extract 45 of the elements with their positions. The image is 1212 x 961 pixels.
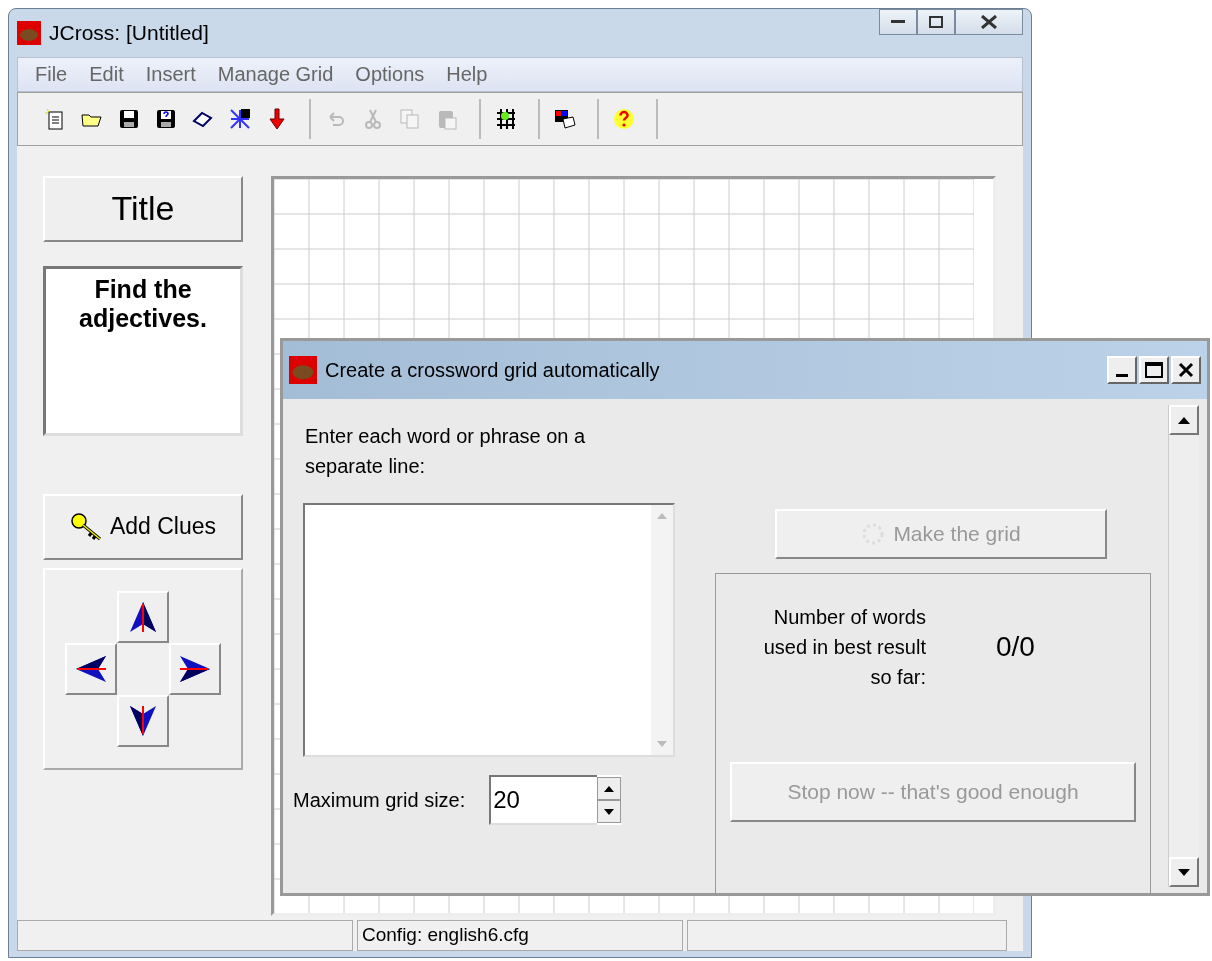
scrollbar[interactable] — [1168, 405, 1199, 887]
dialog-title: Create a crossword grid automatically — [325, 358, 660, 382]
maximize-button[interactable] — [1139, 356, 1169, 384]
scroll-up-button[interactable] — [1169, 405, 1199, 435]
status-pane: Config: english6.cfg — [357, 919, 683, 951]
decrement-button[interactable] — [597, 800, 622, 823]
key-icon — [69, 511, 104, 542]
move-left-button[interactable] — [65, 642, 117, 695]
minimize-icon — [1116, 374, 1128, 377]
menu-item[interactable]: File — [24, 63, 79, 86]
window-title: JCross: [Untitled] — [49, 20, 209, 45]
copy-icon — [397, 106, 422, 131]
restore-icon — [929, 16, 943, 28]
minimize-icon — [891, 20, 905, 24]
menu-item[interactable]: Options — [344, 63, 436, 86]
down-arrow-icon — [604, 808, 615, 815]
menu-item[interactable]: Edit — [78, 63, 135, 86]
close-icon — [1178, 362, 1194, 378]
increment-button[interactable] — [597, 777, 622, 800]
down-arrow-icon — [1178, 868, 1190, 876]
result-label: Number of words used in best result so far: — [762, 605, 926, 690]
grid-size-label: Maximum grid size: — [293, 788, 466, 812]
app-icon — [17, 20, 41, 45]
grid-size-field[interactable]: 20 — [489, 775, 598, 825]
restore-button[interactable] — [917, 9, 955, 35]
help-icon — [611, 106, 636, 131]
menu-item[interactable]: Help — [435, 63, 499, 86]
maximize-icon — [1145, 362, 1163, 378]
menu-item[interactable]: Manage Grid — [206, 63, 345, 86]
up-arrow-icon — [604, 785, 615, 792]
scroll-down-button[interactable] — [1169, 857, 1199, 887]
add-clues-button[interactable]: Add Clues — [43, 493, 243, 560]
close-button[interactable] — [955, 9, 1023, 35]
move-down-button[interactable] — [117, 694, 169, 747]
close-icon — [981, 15, 997, 29]
menu-item[interactable]: Insert — [134, 63, 207, 86]
prompt-text: Enter each word or phrase on a separate line: — [304, 424, 587, 479]
move-right-button[interactable] — [169, 642, 221, 695]
title-button[interactable]: Title — [43, 175, 243, 242]
app-icon — [289, 356, 317, 384]
up-arrow-icon — [1178, 416, 1190, 424]
result-value: 0/0 — [996, 631, 1035, 663]
minimize-button[interactable] — [879, 9, 917, 35]
instructions-text: Find the adjectives. — [43, 265, 243, 436]
move-up-button[interactable] — [117, 590, 169, 643]
